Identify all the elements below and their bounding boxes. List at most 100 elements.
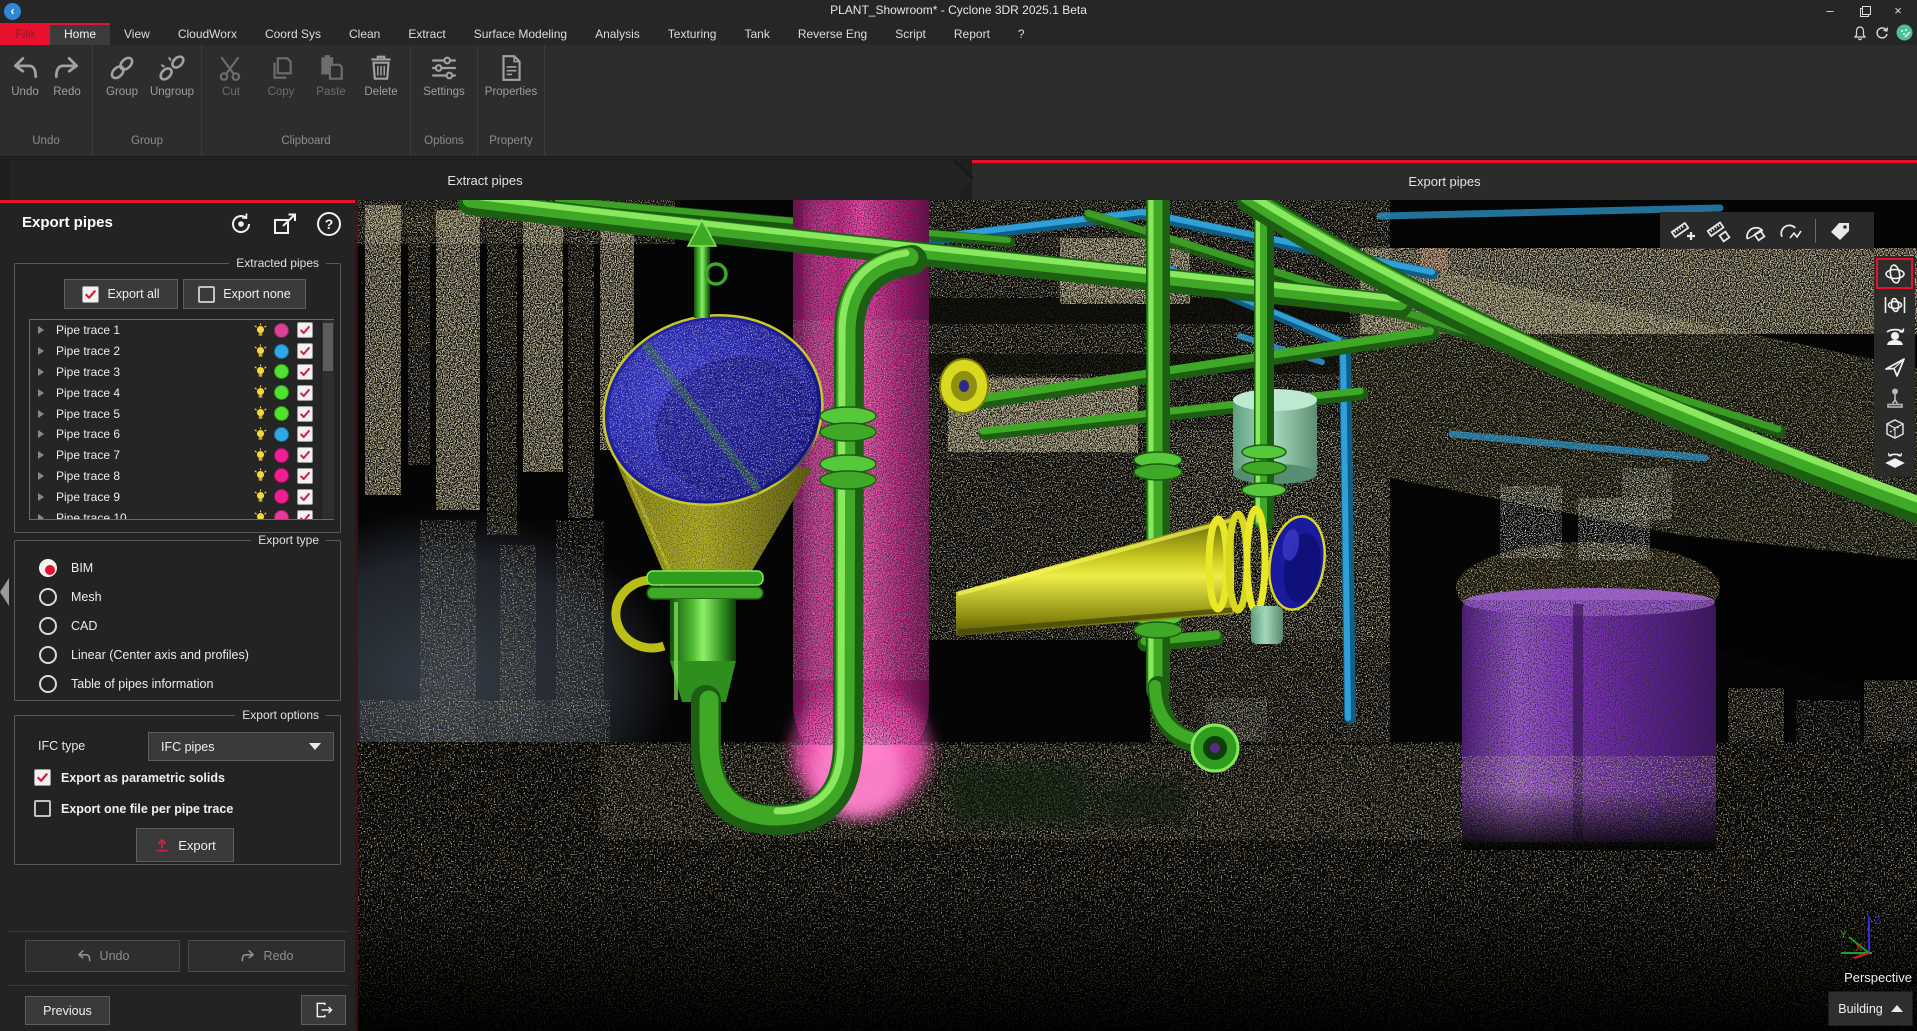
list-scrollbar[interactable] bbox=[321, 320, 334, 519]
visibility-bulb-icon[interactable] bbox=[253, 427, 268, 442]
visibility-bulb-icon[interactable] bbox=[253, 323, 268, 338]
paste-button[interactable]: Paste bbox=[306, 53, 356, 98]
turntable-icon[interactable] bbox=[1876, 444, 1913, 475]
expand-chevron-icon[interactable] bbox=[38, 451, 44, 459]
pipe-export-checkbox[interactable] bbox=[297, 385, 313, 401]
restore-button[interactable] bbox=[1847, 0, 1881, 22]
orbit-icon[interactable] bbox=[1876, 258, 1913, 289]
panel-collapse-handle[interactable] bbox=[0, 578, 9, 606]
pipe-color-swatch[interactable] bbox=[274, 468, 289, 483]
pipe-export-checkbox[interactable] bbox=[297, 406, 313, 422]
level-selector-button[interactable]: Building bbox=[1828, 991, 1913, 1026]
visibility-bulb-icon[interactable] bbox=[253, 344, 268, 359]
pipe-export-checkbox[interactable] bbox=[297, 468, 313, 484]
help-icon[interactable]: ? bbox=[315, 210, 343, 238]
pipe-export-checkbox[interactable] bbox=[297, 489, 313, 505]
measure-add-icon[interactable] bbox=[1668, 217, 1698, 245]
pipe-trace-row[interactable]: Pipe trace 7 bbox=[30, 445, 333, 466]
pipe-color-swatch[interactable] bbox=[274, 385, 289, 400]
export-none-checkbox[interactable] bbox=[198, 286, 215, 303]
previous-button[interactable]: Previous bbox=[25, 996, 110, 1025]
scrollbar-thumb[interactable] bbox=[323, 323, 333, 371]
panel-undo-button[interactable]: Undo bbox=[25, 940, 180, 972]
one-file-per-trace-option[interactable]: Export one file per pipe trace bbox=[34, 800, 233, 817]
leica-badge-icon[interactable] bbox=[1896, 24, 1913, 41]
examine-icon[interactable] bbox=[1876, 320, 1913, 351]
minimize-button[interactable]: – bbox=[1813, 0, 1847, 22]
radio-option-table-of-pipes-information[interactable]: Table of pipes information bbox=[15, 669, 340, 698]
menu-item-surface-modeling[interactable]: Surface Modeling bbox=[460, 23, 581, 45]
expand-chevron-icon[interactable] bbox=[38, 410, 44, 418]
menu-item-home[interactable]: Home bbox=[50, 23, 110, 45]
constrained-orbit-icon[interactable] bbox=[1876, 289, 1913, 320]
radio-option-bim[interactable]: BIM bbox=[15, 553, 340, 582]
pipe-export-checkbox[interactable] bbox=[297, 322, 313, 338]
visibility-bulb-icon[interactable] bbox=[253, 406, 268, 421]
radio-icon[interactable] bbox=[39, 675, 57, 693]
properties-button[interactable]: Properties bbox=[482, 53, 540, 98]
detach-panel-icon[interactable] bbox=[271, 210, 299, 238]
radio-option-linear-center-axis-and-profiles-[interactable]: Linear (Center axis and profiles) bbox=[15, 640, 340, 669]
menu-item-tank[interactable]: Tank bbox=[730, 23, 783, 45]
expand-chevron-icon[interactable] bbox=[38, 514, 44, 520]
pipe-export-checkbox[interactable] bbox=[297, 447, 313, 463]
redo-button[interactable]: Redo bbox=[46, 53, 88, 98]
measure-distance-icon[interactable] bbox=[1704, 217, 1734, 245]
visibility-bulb-icon[interactable] bbox=[253, 489, 268, 504]
parametric-solids-checkbox[interactable] bbox=[34, 769, 51, 786]
pipe-trace-row[interactable]: Pipe trace 4 bbox=[30, 382, 333, 403]
one-file-per-trace-checkbox[interactable] bbox=[34, 800, 51, 817]
menu-item-reverse-eng[interactable]: Reverse Eng bbox=[784, 23, 881, 45]
menu-item-texturing[interactable]: Texturing bbox=[654, 23, 731, 45]
tab-export-pipes[interactable]: Export pipes bbox=[972, 160, 1917, 200]
menu-item-script[interactable]: Script bbox=[881, 23, 940, 45]
expand-chevron-icon[interactable] bbox=[38, 326, 44, 334]
menu-item-analysis[interactable]: Analysis bbox=[581, 23, 654, 45]
ifc-type-dropdown[interactable]: IFC pipes bbox=[148, 732, 334, 761]
exit-workflow-button[interactable] bbox=[301, 995, 346, 1025]
pipe-color-swatch[interactable] bbox=[274, 448, 289, 463]
pipe-export-checkbox[interactable] bbox=[297, 426, 313, 442]
pipe-trace-list[interactable]: Pipe trace 1 Pipe trace 2 Pipe trace 3 P… bbox=[29, 319, 334, 520]
pipe-trace-row[interactable]: Pipe trace 3 bbox=[30, 362, 333, 383]
menu-item-coord-sys[interactable]: Coord Sys bbox=[251, 23, 335, 45]
visibility-bulb-icon[interactable] bbox=[253, 510, 268, 520]
measure-angle-icon[interactable] bbox=[1740, 217, 1770, 245]
radio-option-mesh[interactable]: Mesh bbox=[15, 582, 340, 611]
tag-icon[interactable] bbox=[1825, 217, 1855, 245]
measure-angle-line-icon[interactable] bbox=[1776, 217, 1806, 245]
pipe-export-checkbox[interactable] bbox=[297, 343, 313, 359]
pipe-trace-row[interactable]: Pipe trace 1 bbox=[30, 320, 333, 341]
pipe-color-swatch[interactable] bbox=[274, 323, 289, 338]
parametric-solids-option[interactable]: Export as parametric solids bbox=[34, 769, 225, 786]
radio-option-cad[interactable]: CAD bbox=[15, 611, 340, 640]
viewport-canvas[interactable]: .pd{stroke:#1C5E12;fill:none;stroke-line… bbox=[355, 200, 1917, 1031]
expand-chevron-icon[interactable] bbox=[38, 389, 44, 397]
menu-item-extract[interactable]: Extract bbox=[394, 23, 459, 45]
menu-item-file[interactable]: File bbox=[0, 23, 50, 45]
pipe-trace-row[interactable]: Pipe trace 6 bbox=[30, 424, 333, 445]
pipe-color-swatch[interactable] bbox=[274, 344, 289, 359]
pipe-trace-row[interactable]: Pipe trace 8 bbox=[30, 466, 333, 487]
pipe-color-swatch[interactable] bbox=[274, 406, 289, 421]
visibility-bulb-icon[interactable] bbox=[253, 385, 268, 400]
export-all-checkbox[interactable] bbox=[82, 286, 99, 303]
radio-icon[interactable] bbox=[39, 588, 57, 606]
export-none-button[interactable]: Export none bbox=[183, 279, 306, 309]
fly-icon[interactable] bbox=[1876, 351, 1913, 382]
pipe-color-swatch[interactable] bbox=[274, 427, 289, 442]
expand-chevron-icon[interactable] bbox=[38, 368, 44, 376]
radio-icon[interactable] bbox=[39, 559, 57, 577]
pipe-trace-row[interactable]: Pipe trace 5 bbox=[30, 403, 333, 424]
radio-icon[interactable] bbox=[39, 617, 57, 635]
export-all-button[interactable]: Export all bbox=[64, 279, 178, 309]
view-cube-icon[interactable] bbox=[1876, 413, 1913, 444]
delete-button[interactable]: Delete bbox=[356, 53, 406, 98]
walk-icon[interactable] bbox=[1876, 382, 1913, 413]
radio-icon[interactable] bbox=[39, 646, 57, 664]
pipe-trace-row[interactable]: Pipe trace 9 bbox=[30, 486, 333, 507]
expand-chevron-icon[interactable] bbox=[38, 430, 44, 438]
menu-item--[interactable]: ? bbox=[1004, 23, 1039, 45]
menu-item-clean[interactable]: Clean bbox=[335, 23, 394, 45]
group-button[interactable]: Group bbox=[97, 53, 147, 98]
